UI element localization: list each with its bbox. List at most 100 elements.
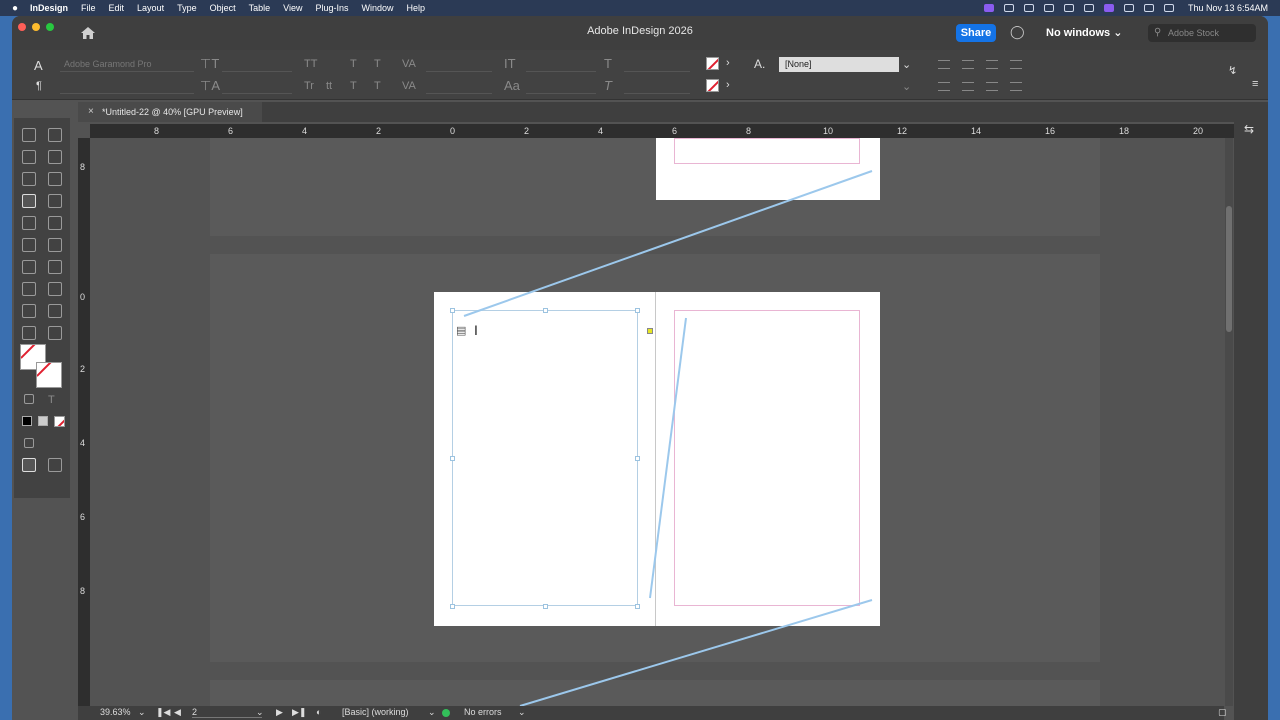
horizontal-scale-field[interactable] <box>624 56 690 72</box>
menu-table[interactable]: Table <box>249 3 271 13</box>
play-icon[interactable] <box>1043 4 1054 12</box>
character-style-dropdown[interactable]: [None] <box>779 57 899 72</box>
adobe-stock-search-input[interactable]: ⚲ Adobe Stock <box>1148 24 1256 42</box>
font-size-field[interactable] <box>222 56 292 72</box>
stroke-swatch-dropdown-icon[interactable]: › <box>726 79 730 91</box>
screen-share-icon[interactable] <box>983 4 994 12</box>
app-status-icon[interactable] <box>1003 4 1014 12</box>
leading-field[interactable] <box>222 78 292 94</box>
content-collector-tool-icon[interactable] <box>22 172 36 186</box>
formatting-text-icon[interactable]: T <box>48 394 55 406</box>
vertical-scale-field[interactable] <box>526 56 596 72</box>
free-transform-tool-icon[interactable] <box>48 260 62 274</box>
paragraph-formatting-icon[interactable]: ¶ <box>36 80 42 92</box>
panel-menu-icon[interactable]: ≡ <box>1252 78 1258 90</box>
open-page-icon[interactable]: ◐ <box>316 707 321 717</box>
cloud-icon[interactable] <box>1023 4 1034 12</box>
menu-view[interactable]: View <box>283 3 302 13</box>
vertical-ruler[interactable]: 8 0 2 4 6 8 <box>78 138 90 720</box>
justify-icon[interactable] <box>1010 60 1022 69</box>
menu-edit[interactable]: Edit <box>109 3 125 13</box>
superscript-icon[interactable]: T <box>350 58 357 70</box>
stroke-none-swatch-icon[interactable] <box>706 79 719 92</box>
apply-gradient-icon[interactable] <box>38 416 48 426</box>
page-chevron-icon[interactable]: ⌄ <box>256 707 264 718</box>
stage-manager-icon[interactable] <box>1103 4 1114 12</box>
tracking-field[interactable] <box>426 78 492 94</box>
document-canvas[interactable]: ▤ I <box>90 138 1222 706</box>
preflight-status[interactable]: No errors <box>464 707 502 717</box>
strikethrough-icon[interactable]: T <box>374 80 381 92</box>
menu-window[interactable]: Window <box>362 3 394 13</box>
split-window-icon[interactable]: ▢ <box>1218 707 1227 718</box>
align-spine-icon[interactable] <box>1010 82 1022 91</box>
profile-chevron-icon[interactable]: ⌄ <box>428 707 436 718</box>
type-tool-icon[interactable] <box>22 194 36 208</box>
align-center-icon[interactable] <box>962 60 974 69</box>
rectangle-frame-tool-icon[interactable] <box>22 238 36 252</box>
zoom-tool-icon[interactable] <box>48 326 62 340</box>
menu-plugins[interactable]: Plug-Ins <box>315 3 348 13</box>
note-tool-icon[interactable] <box>22 304 36 318</box>
wifi-icon[interactable] <box>1123 4 1134 12</box>
menu-clock[interactable]: Thu Nov 13 6:54AM <box>1188 3 1268 13</box>
pencil-tool-icon[interactable] <box>48 216 62 230</box>
properties-panel-icon[interactable]: ⇆ <box>1244 122 1254 136</box>
formatting-container-icon[interactable] <box>24 394 34 404</box>
justify-left-icon[interactable] <box>938 82 950 91</box>
vertical-scrollbar[interactable] <box>1225 138 1233 706</box>
justify-all-icon[interactable] <box>986 82 998 91</box>
justify-center-icon[interactable] <box>962 82 974 91</box>
share-button[interactable]: Share <box>956 24 996 42</box>
underline-icon[interactable]: T <box>374 58 381 70</box>
selection-tool-icon[interactable] <box>22 128 36 142</box>
horizontal-ruler[interactable]: 8 6 4 2 0 2 4 6 8 10 12 14 16 18 20 <box>90 124 1234 138</box>
subscript-t-icon[interactable]: T <box>350 80 357 92</box>
gradient-swatch-tool-icon[interactable] <box>22 282 36 296</box>
gradient-feather-tool-icon[interactable] <box>48 282 62 296</box>
menu-file[interactable]: File <box>81 3 96 13</box>
eyedropper-tool-icon[interactable] <box>48 304 62 318</box>
menu-help[interactable]: Help <box>407 3 426 13</box>
apple-menu-icon[interactable]: ● <box>0 3 30 14</box>
next-page-icon[interactable]: ▶ <box>276 707 283 718</box>
close-tab-icon[interactable]: × <box>88 102 94 122</box>
stroke-color-icon[interactable] <box>36 362 62 388</box>
baseline-shift-field[interactable] <box>526 78 596 94</box>
moon-icon[interactable] <box>1083 4 1094 12</box>
search-icon[interactable] <box>1143 4 1154 12</box>
ellipse-tool-icon[interactable] <box>48 238 62 252</box>
normal-view-mode-icon[interactable] <box>22 458 36 472</box>
page-number-field[interactable]: 2 <box>192 707 262 718</box>
gap-tool-icon[interactable] <box>48 150 62 164</box>
menu-type[interactable]: Type <box>177 3 197 13</box>
menu-app[interactable]: InDesign <box>30 3 68 13</box>
zoom-level-field[interactable]: 39.63% <box>100 707 131 717</box>
previous-page-icon[interactable]: ◀ <box>174 707 181 718</box>
selection-preview-icon[interactable] <box>24 438 34 448</box>
font-style-dropdown[interactable] <box>60 78 194 94</box>
preflight-profile[interactable]: [Basic] (working) <box>342 707 409 717</box>
menu-layout[interactable]: Layout <box>137 3 164 13</box>
small-caps-icon[interactable]: Tr <box>304 80 314 92</box>
screen-mode-icon[interactable] <box>48 458 62 472</box>
pen-tool-icon[interactable] <box>22 216 36 230</box>
content-placer-tool-icon[interactable] <box>48 172 62 186</box>
apply-color-icon[interactable] <box>22 416 32 426</box>
record-icon[interactable] <box>1063 4 1074 12</box>
vertical-scroll-thumb[interactable] <box>1226 206 1232 332</box>
apply-none-icon[interactable] <box>54 416 65 427</box>
subscript-icon[interactable]: tt <box>326 80 332 92</box>
kerning-field[interactable] <box>426 56 492 72</box>
last-page-icon[interactable]: ▶❚ <box>292 707 306 718</box>
page-tool-icon[interactable] <box>22 150 36 164</box>
skew-field[interactable] <box>624 78 690 94</box>
hand-tool-icon[interactable] <box>22 326 36 340</box>
paragraph-style-chevron-icon[interactable]: ⌄ <box>902 80 911 93</box>
menu-object[interactable]: Object <box>210 3 236 13</box>
zoom-chevron-icon[interactable]: ⌄ <box>138 707 146 718</box>
first-page-icon[interactable]: ❚◀ <box>156 707 170 718</box>
quick-actions-icon[interactable]: ↯ <box>1228 64 1237 77</box>
align-left-icon[interactable] <box>938 60 950 69</box>
line-tool-icon[interactable] <box>48 194 62 208</box>
